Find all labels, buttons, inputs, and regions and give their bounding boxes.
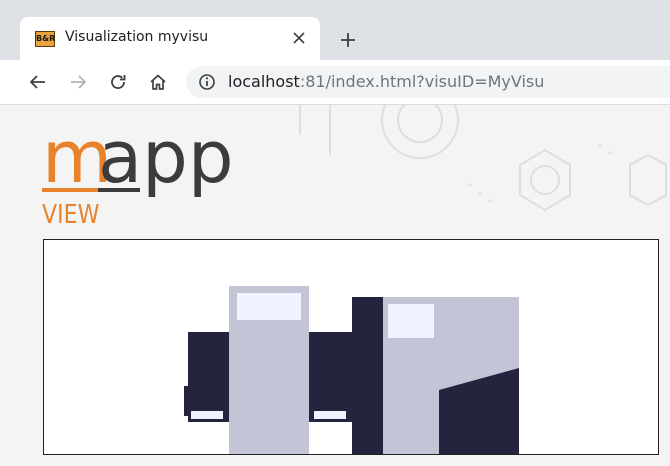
info-icon[interactable] [198,73,216,91]
tab-title: Visualization myvisu [65,29,209,45]
tab-strip: B&R Visualization myvisu [0,0,670,60]
machine-window-left [237,293,301,320]
home-icon[interactable] [143,67,173,97]
machine-middle-body [309,332,353,422]
visualization-area[interactable] [43,239,659,455]
browser-toolbar: localhost:81/index.html?visuID=MyVisu [0,60,670,105]
machine-slot-left [191,411,223,419]
address-bar[interactable]: localhost:81/index.html?visuID=MyVisu [186,66,670,98]
mapp-view-logo: m app VIEW [42,115,242,230]
url-host: localhost [228,72,300,91]
logo-view-text: VIEW [42,200,100,230]
close-icon[interactable] [288,27,310,49]
reload-icon[interactable] [103,67,133,97]
machine-slot-middle [314,411,346,419]
arrow-right-icon[interactable] [63,67,93,97]
browser-window: B&R Visualization myvisu localhost:81/in… [0,0,670,466]
machine-graphic [184,286,519,454]
page-content: m app VIEW [0,105,670,466]
plus-icon[interactable] [334,26,362,54]
url-text: localhost:81/index.html?visuID=MyVisu [228,72,544,91]
arrow-left-icon[interactable] [23,67,53,97]
br-favicon-icon: B&R [35,31,55,47]
url-path: :81/index.html?visuID=MyVisu [299,72,545,91]
logo-app-letters: app [98,120,234,199]
machine-right-body [352,297,384,454]
tab-visualization[interactable]: B&R Visualization myvisu [20,17,320,60]
machine-left-body [188,332,232,422]
machine-window-right [388,304,434,338]
